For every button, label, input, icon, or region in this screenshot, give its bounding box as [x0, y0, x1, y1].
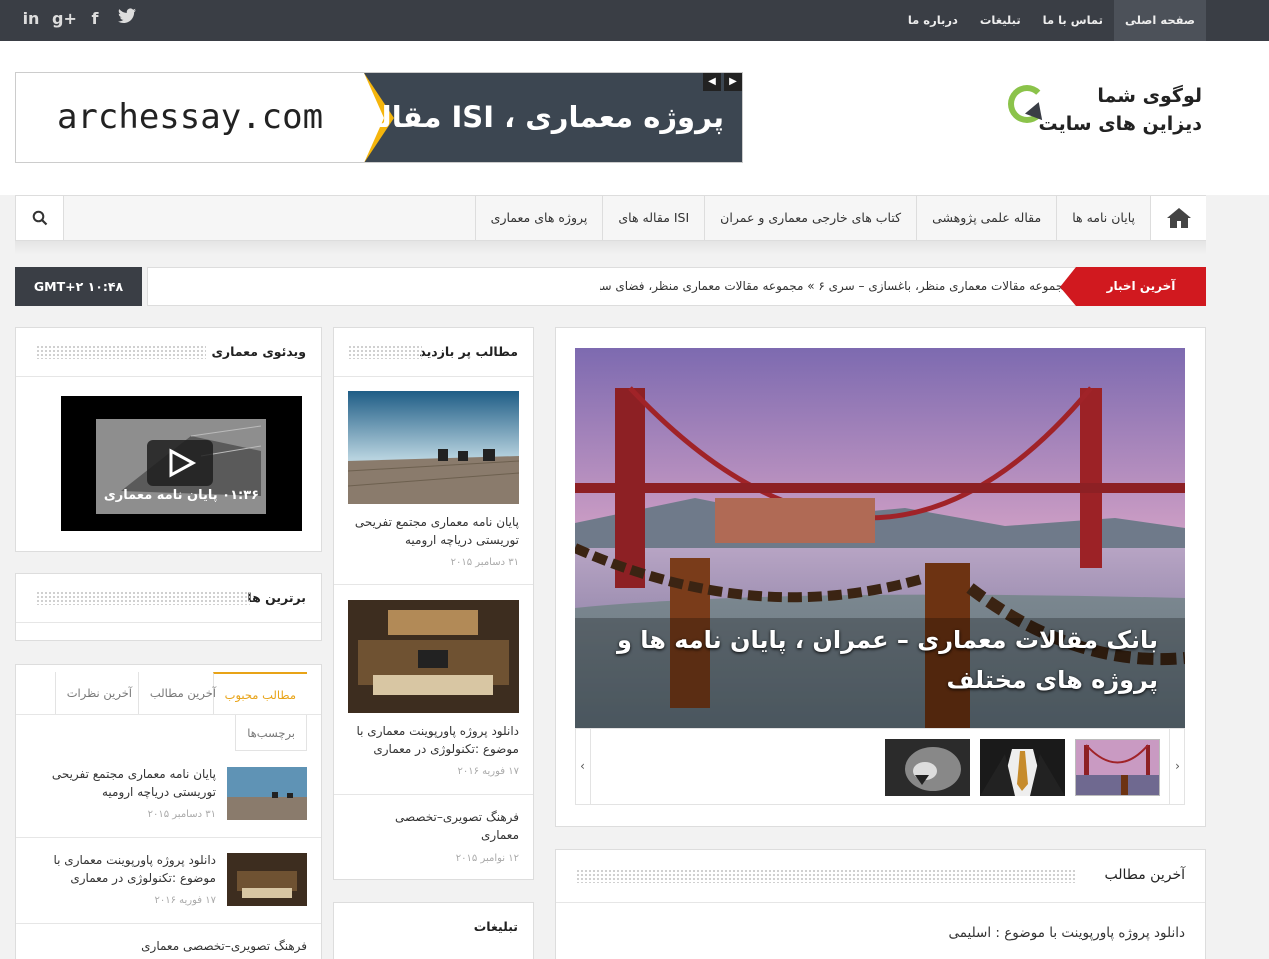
popular-post-2-date: ۱۷ فوریه ۲۰۱۶ [457, 766, 519, 777]
tabs-box: مطالب محبوب آخرین مطالب آخرین نظرات برچس… [15, 664, 322, 959]
header-banner[interactable]: archessay.com مقاله ISI ، پروژه معماری [15, 72, 743, 163]
video-player[interactable]: ۰۱:۳۶ پایان نامه معماری [61, 396, 302, 531]
thumbs-next-icon[interactable]: › [1169, 728, 1185, 805]
nav-shadow [15, 241, 1206, 255]
topnav-home[interactable]: صفحه اصلی [1113, 0, 1206, 41]
ticker-label-arrow [1060, 267, 1076, 306]
twitter-icon[interactable] [116, 8, 138, 30]
tab-post-1-title[interactable]: پایان نامه معماری مجتمع تفریحی توریستی د… [46, 765, 216, 801]
popular-post-3-date: ۱۲ نوامبر ۲۰۱۵ [455, 853, 519, 864]
video-sep [16, 376, 321, 377]
facebook-icon[interactable]: f [84, 8, 106, 30]
popular-post-1-date: ۳۱ دسامبر ۲۰۱۵ [450, 557, 519, 568]
googleplus-icon[interactable]: g+ [52, 8, 77, 30]
main-nav-items: پایان نامه ها مقاله علمی پژوهشی کتاب های… [474, 196, 1150, 240]
popular-title: مطالب پر بازدید [419, 344, 518, 359]
video-duration: ۰۱:۳۶ [222, 488, 260, 503]
top-title-dots [36, 591, 250, 605]
play-button[interactable] [147, 440, 213, 486]
video-title-dots [36, 345, 206, 359]
home-icon [1166, 208, 1191, 228]
tabs-row: مطالب محبوب آخرین مطالب آخرین نظرات [27, 672, 307, 714]
video-caption: ۰۱:۳۶ پایان نامه معماری [61, 488, 302, 503]
tab-comments[interactable]: آخرین نظرات [54, 672, 143, 714]
top-nav: صفحه اصلی تماس با ما تبلیغات درباره ما [897, 0, 1206, 41]
mainnav-theses[interactable]: پایان نامه ها [1056, 196, 1150, 240]
tab-thumb-2[interactable] [227, 853, 307, 906]
popular-post-1-title[interactable]: پایان نامه معماری مجتمع تفریحی توریستی د… [348, 513, 519, 549]
mainnav-projects[interactable]: پروژه های معماری [474, 196, 603, 240]
social-links: in g+ f [20, 8, 138, 30]
tab-thumb-1[interactable] [227, 767, 307, 820]
top-title: برترین ها [247, 590, 306, 605]
search-icon [32, 210, 47, 226]
banner-headline: مقاله ISI ، پروژه معماری [363, 100, 724, 134]
popular-thumb-1[interactable] [348, 391, 519, 504]
thumb-lion[interactable] [885, 739, 970, 796]
latest-title-dots [576, 869, 1076, 883]
mainnav-isi[interactable]: مقاله های ISI [602, 196, 704, 240]
thumbs-prev-icon[interactable]: ‹ [575, 728, 591, 805]
tab-tags[interactable]: برچسب‌ها [235, 715, 307, 751]
ads-title: تبلیغات [473, 919, 518, 934]
top-posts-box: برترین ها [15, 573, 322, 641]
video-box: ویدئوی معماری ۰۱:۳۶ پایان نامه معماری [15, 327, 322, 552]
topnav-about[interactable]: درباره ما [897, 0, 969, 41]
mainnav-research[interactable]: مقاله علمی پژوهشی [916, 196, 1056, 240]
logo-line1: لوگوی شما [1097, 85, 1202, 107]
mainnav-books[interactable]: کتاب های خارجی معماری و عمران [704, 196, 916, 240]
latest-sep [556, 902, 1205, 903]
play-icon [169, 448, 197, 478]
ads-box: تبلیغات [333, 902, 534, 959]
tab-latest[interactable]: آخرین مطالب [137, 672, 227, 714]
popular-post-3-title[interactable]: فرهنگ تصویری–تخصصی معماری [369, 808, 519, 844]
banner-prev-arrow-icon[interactable]: ◀ [703, 73, 721, 91]
popular-sep-2 [334, 794, 533, 795]
site-logo[interactable]: لوگوی شما دیزاین های سایت [1039, 82, 1202, 138]
tab-post-1-date: ۳۱ دسامبر ۲۰۱۵ [147, 809, 216, 820]
popular-title-dots [348, 345, 422, 359]
banner-next-arrow-icon[interactable]: ▶ [724, 73, 742, 91]
banner-domain: archessay.com [56, 97, 324, 137]
popular-thumb-2[interactable] [348, 600, 519, 713]
popular-post-2-title[interactable]: دانلود پروژه پاورپوینت معماری با موضوع :… [348, 722, 520, 758]
tabs-item-sep-1 [16, 837, 321, 838]
popular-sep-1 [334, 584, 533, 585]
latest-first-post[interactable]: دانلود پروژه پاورپوینت با موضوع : اسلیمی [685, 924, 1185, 942]
thumb-businessman[interactable] [980, 739, 1065, 796]
latest-title: آخرین مطالب [1104, 867, 1185, 883]
slider-caption[interactable]: بانک مقالات معماری – عمران ، پایان نامه … [600, 620, 1158, 700]
ticker-text[interactable]: مجموعه مقالات معماری منظر، باغسازی – سری… [600, 267, 1070, 306]
ticker-label: آخرین اخبار [1076, 267, 1206, 306]
top-sep [16, 622, 321, 623]
tab-post-2-date: ۱۷ فوریه ۲۰۱۶ [154, 895, 216, 906]
popular-posts-box: مطالب پر بازدید پایان نامه معماری مجتمع … [333, 327, 534, 880]
latest-posts-box: آخرین مطالب دانلود پروژه پاورپوینت با مو… [555, 849, 1206, 959]
thumb-bridge[interactable] [1075, 739, 1160, 796]
popular-sep [334, 376, 533, 377]
topnav-contact[interactable]: تماس با ما [1032, 0, 1114, 41]
video-caption-text: پایان نامه معماری [103, 488, 218, 503]
home-button[interactable] [1150, 196, 1206, 240]
video-title: ویدئوی معماری [211, 344, 306, 359]
linkedin-icon[interactable]: in [20, 8, 42, 30]
search-button[interactable] [16, 196, 64, 240]
tabs-item-sep-2 [16, 923, 321, 924]
topnav-ads[interactable]: تبلیغات [969, 0, 1032, 41]
clock-badge: GMT+۲ ۱۰:۴۸ [15, 267, 142, 306]
logo-line2: دیزاین های سایت [1038, 113, 1202, 135]
tab-post-2-title[interactable]: دانلود پروژه پاورپوینت معماری با موضوع :… [46, 851, 217, 887]
tab-post-3-title[interactable]: فرهنگ تصویری–تخصصی معماری [67, 937, 307, 955]
